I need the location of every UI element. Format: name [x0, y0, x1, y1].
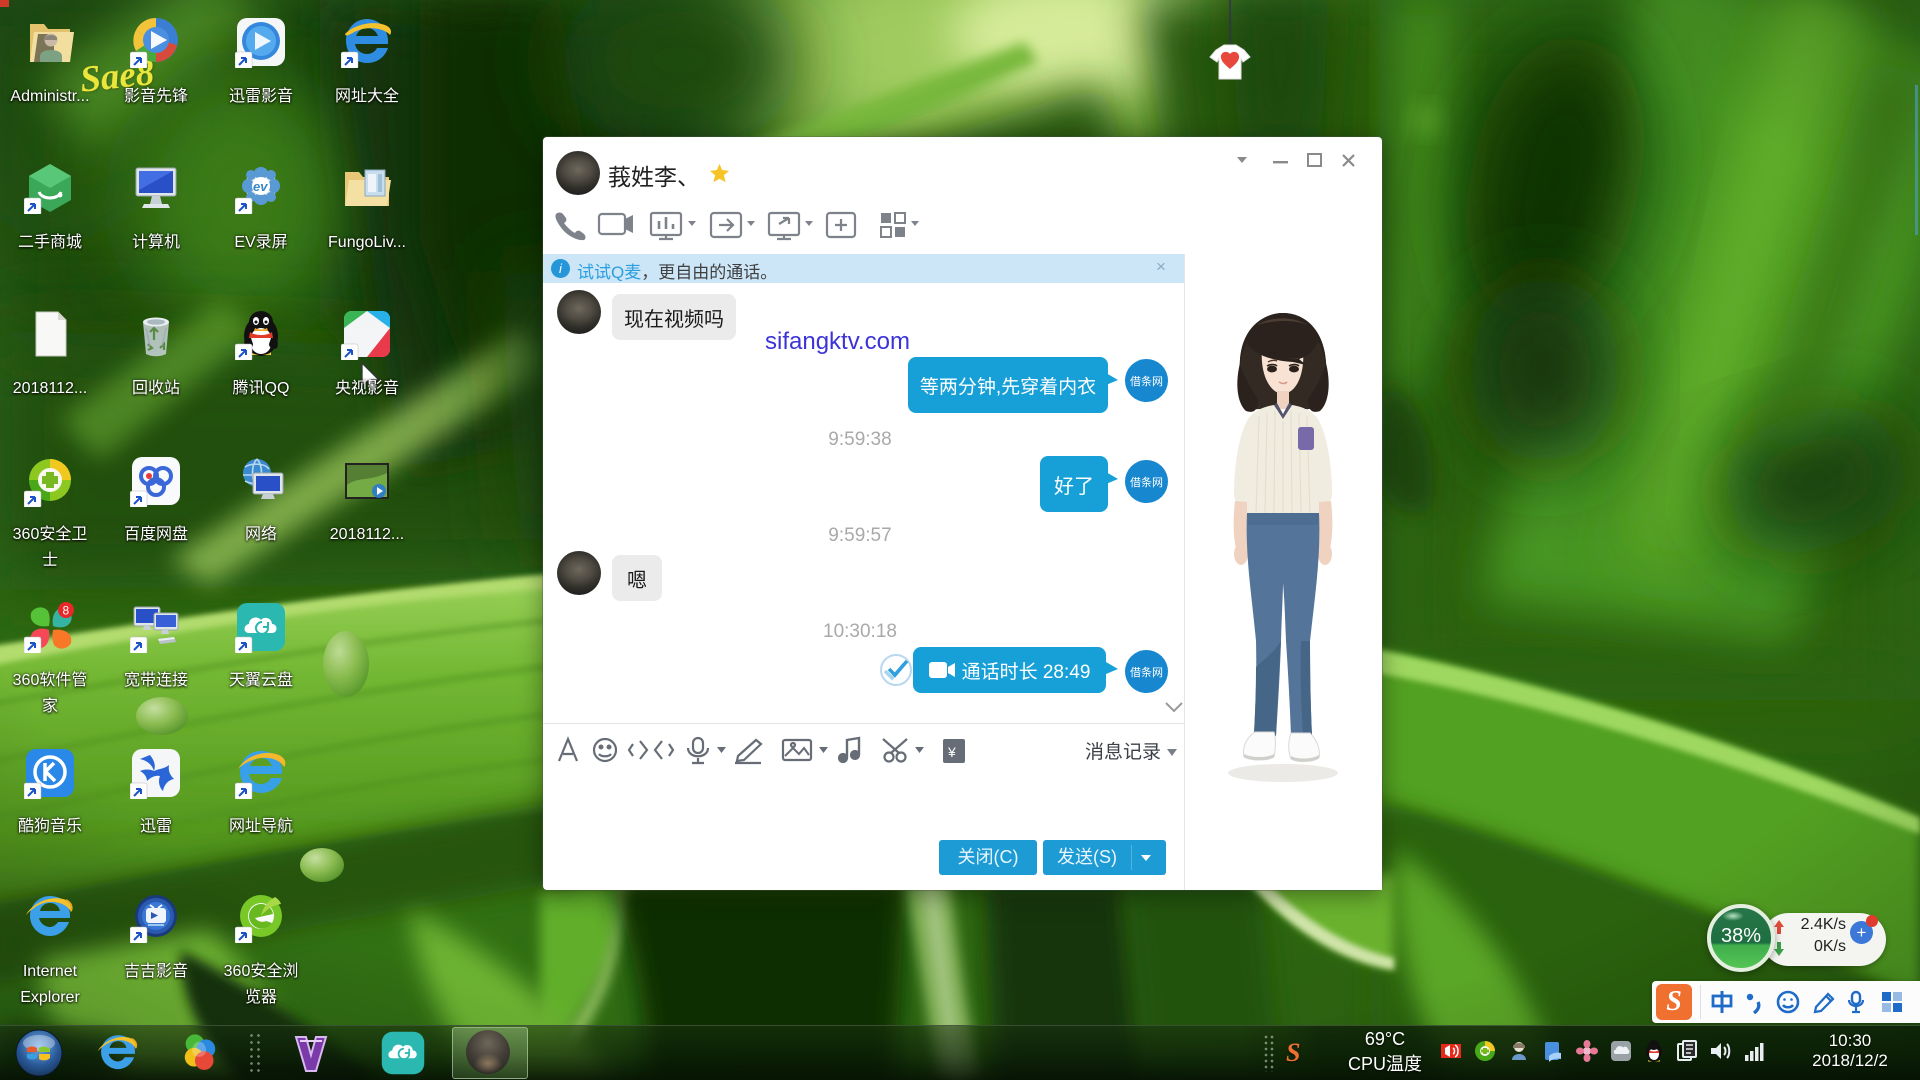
svg-text:¥: ¥: [947, 744, 956, 760]
svg-text:8: 8: [63, 604, 70, 618]
svg-text:ev: ev: [253, 179, 268, 194]
